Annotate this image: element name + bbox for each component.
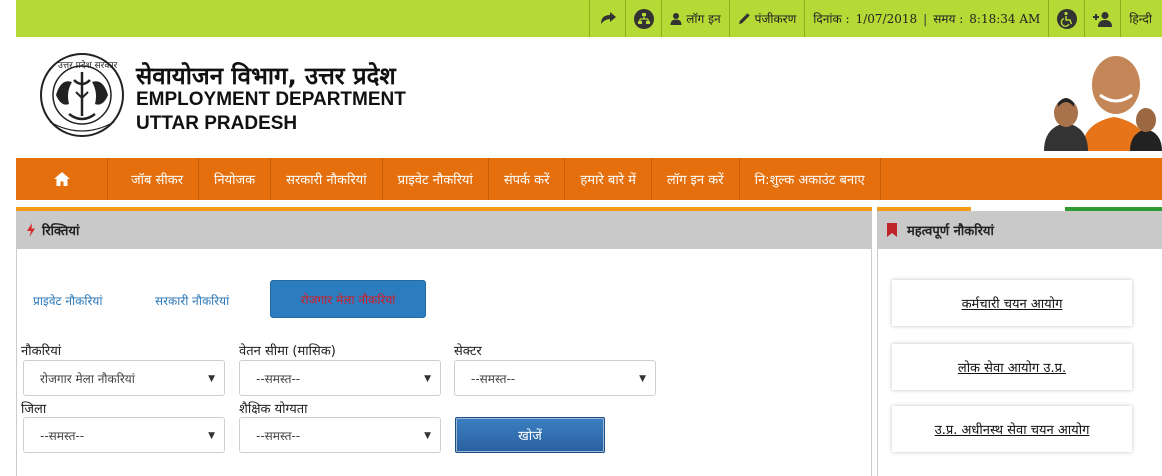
dropdown-arrow-icon: ▼ (424, 374, 431, 384)
date-label: दिनांक : (813, 12, 850, 26)
important-job-link-uppsc[interactable]: लोक सेवा आयोग उ.प्र. (892, 344, 1132, 390)
vacancies-header: रिक्तियां (16, 211, 872, 249)
jobs-filter-label: नौकरियां (21, 344, 62, 359)
vacancies-title: रिक्तियां (42, 224, 80, 239)
nav-login[interactable]: लॉग इन करें (652, 158, 740, 200)
language-toggle[interactable]: हिन्दी (1120, 0, 1162, 37)
site-header: उत्तर प्रदेश सरकार सेवायोजन विभाग, उत्तर… (16, 37, 1162, 156)
qualification-value: --समस्त-- (256, 428, 301, 443)
nav-government-jobs[interactable]: सरकारी नौकरियां (271, 158, 383, 200)
sector-value: --समस्त-- (471, 371, 516, 386)
lightning-icon (27, 223, 35, 237)
important-job-link-upsssc[interactable]: उ.प्र. अधीनस्थ सेवा चयन आयोग (892, 406, 1132, 452)
nav-job-seeker[interactable]: जॉब सीकर (108, 158, 200, 200)
qualification-label: शैक्षिक योग्यता (239, 402, 308, 417)
nav-about-us[interactable]: हमारे बारे में (565, 158, 652, 200)
main-navigation: जॉब सीकर नियोजक सरकारी नौकरियां प्राइवेट… (16, 158, 1162, 200)
nav-home[interactable] (16, 158, 108, 200)
important-jobs-header: महत्वपूर्ण नौकरियां (877, 211, 1162, 249)
search-button[interactable]: खोजें (455, 417, 605, 453)
dropdown-arrow-icon: ▼ (639, 374, 646, 384)
dropdown-arrow-icon: ▼ (424, 431, 431, 441)
page: लॉग इन पंजीकरण दिनांक : 1/07/2018 | समय … (0, 0, 1162, 476)
bookmark-icon (887, 223, 897, 237)
leaders-portrait (1044, 43, 1162, 151)
jobs-type-select[interactable]: रोजगार मेला नौकरियां ▼ (23, 360, 225, 396)
user-icon (670, 13, 682, 25)
jobs-type-value: रोजगार मेला नौकरियां (40, 371, 135, 386)
nav-create-free-account[interactable]: नि:शुल्क अकाउंट बनाए (740, 158, 881, 200)
salary-range-select[interactable]: --समस्त-- ▼ (239, 360, 441, 396)
tab-government-jobs[interactable]: सरकारी नौकरियां (155, 292, 229, 309)
dropdown-arrow-icon: ▼ (208, 431, 215, 441)
important-jobs-panel: कर्मचारी चयन आयोग लोक सेवा आयोग उ.प्र. उ… (877, 249, 1162, 476)
state-name-english: UTTAR PRADESH (136, 113, 298, 134)
vacancies-panel: प्राइवेट नौकरियां सरकारी नौकरियां रोजगार… (16, 249, 872, 476)
login-label: लॉग इन (686, 12, 721, 26)
date-value: 1/07/2018 (855, 11, 918, 26)
time-value: 8:18:34 AM (969, 11, 1041, 26)
qualification-select[interactable]: --समस्त-- ▼ (239, 417, 441, 453)
important-jobs-title: महत्वपूर्ण नौकरियां (907, 224, 994, 239)
sitemap-icon (633, 8, 654, 29)
redo-arrow-icon (600, 11, 616, 24)
register-link[interactable]: पंजीकरण (728, 0, 805, 37)
important-job-link-ssc[interactable]: कर्मचारी चयन आयोग (892, 280, 1132, 326)
top-utility-bar: लॉग इन पंजीकरण दिनांक : 1/07/2018 | समय … (16, 0, 1162, 37)
user-plus-icon (1092, 11, 1112, 27)
salary-range-label: वेतन सीमा (मासिक) (239, 344, 336, 359)
dropdown-arrow-icon: ▼ (208, 374, 215, 384)
register-label: पंजीकरण (754, 12, 797, 26)
nav-private-jobs[interactable]: प्राइवेट नौकरियां (383, 158, 489, 200)
salary-range-value: --समस्त-- (256, 371, 301, 386)
sector-label: सेक्टर (454, 344, 482, 359)
district-value: --समस्त-- (40, 428, 85, 443)
time-label: समय : (933, 12, 964, 26)
datetime-display: दिनांक : 1/07/2018 | समय : 8:18:34 AM (804, 0, 1048, 37)
datetime-separator: | (923, 11, 928, 26)
up-government-seal: उत्तर प्रदेश सरकार (36, 52, 128, 138)
sitemap-button[interactable] (625, 0, 661, 37)
pencil-icon (738, 13, 750, 24)
home-icon (53, 172, 70, 186)
language-label: हिन्दी (1129, 12, 1152, 26)
tab-private-jobs[interactable]: प्राइवेट नौकरियां (33, 292, 102, 309)
department-title-english: EMPLOYMENT DEPARTMENT (136, 89, 406, 110)
accessibility-button[interactable] (1048, 0, 1084, 37)
sector-select[interactable]: --समस्त-- ▼ (454, 360, 656, 396)
nav-employer[interactable]: नियोजक (199, 158, 272, 200)
add-user-button[interactable] (1084, 0, 1120, 37)
seal-text: उत्तर प्रदेश सरकार (58, 59, 118, 71)
district-select[interactable]: --समस्त-- ▼ (23, 417, 225, 453)
wheelchair-icon (1056, 8, 1077, 29)
tab-rozgar-mela-jobs[interactable]: रोजगार मेला नौकरियां (270, 280, 426, 318)
login-link[interactable]: लॉग इन (661, 0, 728, 37)
nav-contact-us[interactable]: संपर्क करें (489, 158, 566, 200)
refresh-button[interactable] (589, 0, 625, 37)
department-title-hindi: सेवायोजन विभाग, उत्तर प्रदेश (136, 62, 396, 90)
district-label: जिला (21, 402, 47, 417)
